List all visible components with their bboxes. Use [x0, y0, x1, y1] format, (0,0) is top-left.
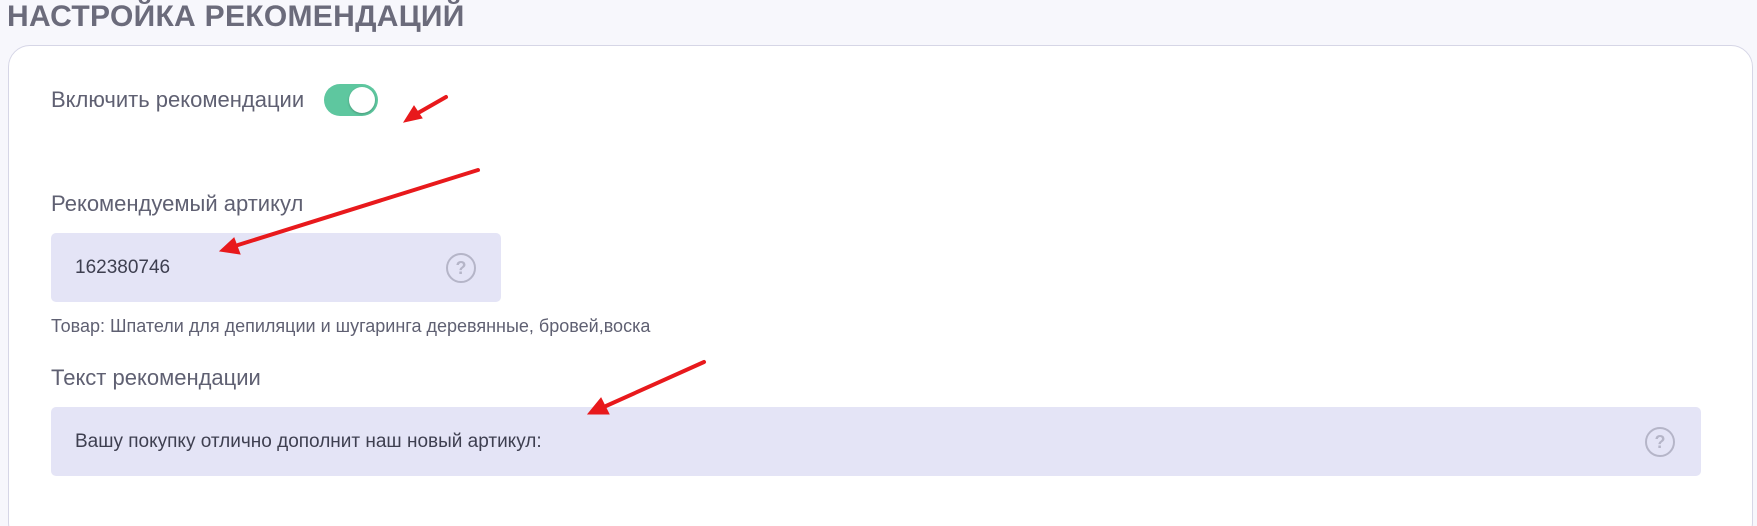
question-circle-icon[interactable]: ?: [1645, 426, 1675, 457]
enable-recommendations-label: Включить рекомендации: [51, 87, 305, 112]
enable-recommendations-toggle[interactable]: [324, 84, 379, 116]
recommended-article-value: 162380746: [75, 256, 171, 278]
question-circle-icon[interactable]: ?: [446, 252, 476, 283]
recommendations-settings-page: НАСТРОЙКА РЕКОМЕНДАЦИЙ Включить рекоменд…: [0, 0, 1757, 526]
recommendation-text-input[interactable]: Вашу покупку отлично дополнит наш новый …: [51, 407, 1701, 476]
recommendation-text-value: Вашу покупку отлично дополнит наш новый …: [75, 430, 542, 452]
recommendation-text-label: Текст рекомендации: [51, 365, 261, 390]
section-title: НАСТРОЙКА РЕКОМЕНДАЦИЙ: [7, 0, 465, 33]
enable-recommendations-row: Включить рекомендации: [51, 82, 379, 118]
recommended-article-label: Рекомендуемый артикул: [51, 191, 304, 216]
recommended-article-input[interactable]: 162380746 ?: [51, 233, 501, 302]
product-note: Товар: Шпатели для депиляции и шугаринга…: [51, 316, 651, 336]
toggle-knob: [349, 87, 376, 113]
